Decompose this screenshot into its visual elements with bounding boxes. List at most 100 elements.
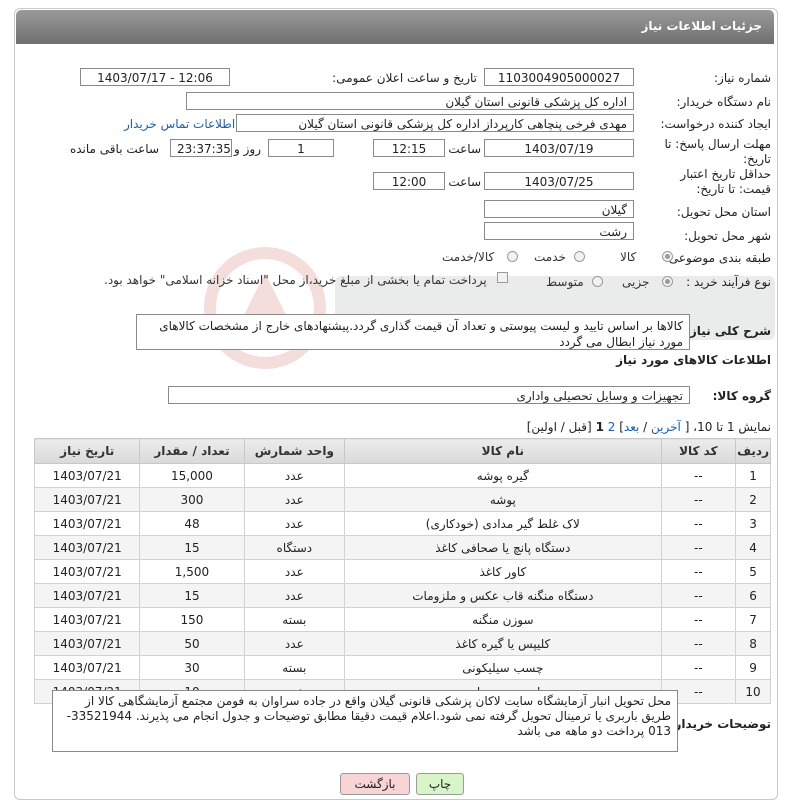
cell-unit: عدد [243,631,346,656]
cell-need-date: 1403/07/21 [33,631,141,656]
validity-time-field[interactable]: 12:00 [373,172,445,190]
need-number-label: شماره نیاز: [714,71,771,85]
validity-label: حداقل تاریخ اعتبار قیمت: تا تاریخ: [680,167,771,196]
cell-unit: دستگاه [243,535,346,560]
need-number-field[interactable]: 1103004905000027 [484,68,634,86]
col-goods-name: نام کالا [344,438,662,464]
table-row[interactable]: 1403/07/21 15 دستگاه دستگاه پانچ یا صحافی ک… [33,535,771,560]
announce-label: تاریخ و ساعت اعلان عمومی: [332,71,477,85]
cell-goods-code: -- [660,655,737,680]
table-row[interactable]: 1403/07/21 30 بسته چسب سیلیکونی -- 9 [33,655,771,680]
validity-time-label: ساعت [448,175,481,189]
reply-date-field[interactable]: 1403/07/19 [484,139,634,157]
remaining-label: ساعت باقی مانده [69,142,159,156]
creator-label: ایجاد کننده درخواست: [660,117,771,131]
summary-textarea[interactable]: کالاها بر اساس تایید و لیست پیوستی و تعد… [136,314,690,350]
cell-goods-name: سوزن منگنه [344,607,662,632]
cell-quantity: 15 [139,535,245,560]
pagination-page2-link[interactable]: 2 [608,420,616,434]
col-row-number: ردیف [735,438,771,464]
buyer-notes-label: توضیحات خریدار: [669,717,771,731]
days-field[interactable]: 1 [268,139,334,157]
panel-header: جزئیات اطلاعات نیاز [16,10,774,44]
table-row[interactable]: 1403/07/21 1,500 عدد کاور کاغذ -- 5 [33,559,771,584]
category-radio-service[interactable] [574,251,585,262]
table-row[interactable]: 1403/07/21 150 بسته سوزن منگنه -- 7 [33,607,771,632]
cell-unit: عدد [243,487,346,512]
reply-time-field[interactable]: 12:15 [373,139,445,157]
province-label: استان محل تحویل: [676,205,771,219]
category-radio-goods[interactable] [662,251,673,262]
table-row[interactable]: 1403/07/21 15 عدد دستگاه منگنه قاب عکس و مل… [33,583,771,608]
cell-goods-code: -- [660,631,737,656]
buyer-notes-textarea[interactable]: محل تحویل انبار آزمایشگاه سایت لاکان پزش… [52,690,678,752]
cell-goods-name: لاک غلط گیر مدادی (خودکاری) [344,511,662,536]
cell-need-date: 1403/07/21 [33,535,141,560]
cell-need-date: 1403/07/21 [33,655,141,680]
cell-goods-name: چسب سیلیکونی [344,655,662,680]
contact-buyer-link[interactable]: اطلاعات تماس خریدار [124,117,235,131]
table-row[interactable]: 1403/07/21 300 عدد پوشه -- 2 [33,487,771,512]
purchase-option-minor: جزیی [622,275,650,289]
cell-goods-name: کلیپس یا گیره کاغذ [344,631,662,656]
days-label: روز و [234,142,261,156]
purchase-radio-medium[interactable] [592,276,603,287]
back-button[interactable]: بازگشت [340,773,410,795]
cell-unit: عدد [243,511,346,536]
treasury-payment-note: پرداخت تمام یا بخشی از مبلغ خرید،از محل … [104,273,487,287]
cell-need-date: 1403/07/21 [33,511,141,536]
pagination-next-link[interactable]: بعد [624,420,639,434]
col-need-date: تاریخ نیاز [33,438,141,464]
cell-goods-name: کاور کاغذ [344,559,662,584]
buyer-org-field[interactable]: اداره کل پزشکی قانونی استان گیلان [186,92,634,110]
table-row[interactable]: 1403/07/21 50 عدد کلیپس یا گیره کاغذ -- 8 [33,631,771,656]
cell-unit: بسته [243,607,346,632]
city-label: شهر محل تحویل: [684,229,771,243]
cell-unit: عدد [243,463,346,488]
cell-quantity: 15 [139,583,245,608]
cell-need-date: 1403/07/21 [33,463,141,488]
cell-quantity: 30 [139,655,245,680]
treasury-payment-checkbox[interactable] [497,272,508,283]
table-row[interactable]: 1403/07/21 15,000 عدد گیره پوشه -- 1 [33,463,771,488]
buyer-org-label: نام دستگاه خریدار: [676,95,772,109]
cell-row-number: 5 [735,559,771,584]
cell-unit: عدد [243,559,346,584]
print-button[interactable]: چاپ [416,773,464,795]
reply-deadline-label: مهلت ارسال پاسخ: تا تاریخ: [664,137,771,166]
purchase-radio-minor[interactable] [662,276,673,287]
goods-group-label: گروه کالا: [712,389,771,403]
goods-group-field[interactable]: تجهیزات و وسایل تحصیلی واداری [168,386,690,404]
cell-quantity: 15,000 [139,463,245,488]
cell-goods-name: گیره پوشه [344,463,662,488]
col-goods-code: کد کالا [660,438,737,464]
goods-table-header: تاریخ نیاز تعداد / مقدار واحد شمارش نام … [33,438,771,464]
pagination-last-link[interactable]: آخرین [651,420,681,434]
cell-goods-code: -- [660,607,737,632]
cell-goods-name: دستگاه منگنه قاب عکس و ملزومات [344,583,662,608]
cell-goods-code: -- [660,583,737,608]
panel-title: جزئیات اطلاعات نیاز [641,19,762,33]
cell-goods-code: -- [660,559,737,584]
cell-need-date: 1403/07/21 [33,487,141,512]
category-label: طبقه بندی موضوعی: [664,251,771,265]
creator-field[interactable]: مهدی فرخی پنچاهی کارپرداز اداره کل پزشکی… [236,114,634,132]
purchase-type-label: نوع فرآیند خرید : [686,275,771,289]
pagination-current-page: 1 [595,420,604,434]
category-radio-goods-service[interactable] [507,251,518,262]
remaining-time-field[interactable]: 23:37:35 [170,139,232,157]
table-row[interactable]: 1403/07/21 48 عدد لاک غلط گیر مدادی (خودکار… [33,511,771,536]
category-option-goods: کالا [620,250,637,264]
cell-row-number: 8 [735,631,771,656]
cell-row-number: 3 [735,511,771,536]
city-field[interactable]: رشت [484,222,634,240]
goods-table: تاریخ نیاز تعداد / مقدار واحد شمارش نام … [33,438,771,704]
province-field[interactable]: گیلان [484,200,634,218]
cell-row-number: 7 [735,607,771,632]
cell-goods-code: -- [660,535,737,560]
cell-quantity: 150 [139,607,245,632]
cell-need-date: 1403/07/21 [33,607,141,632]
validity-date-field[interactable]: 1403/07/25 [484,172,634,190]
announce-field[interactable]: 1403/07/17 - 12:06 [80,68,230,86]
cell-unit: عدد [243,583,346,608]
